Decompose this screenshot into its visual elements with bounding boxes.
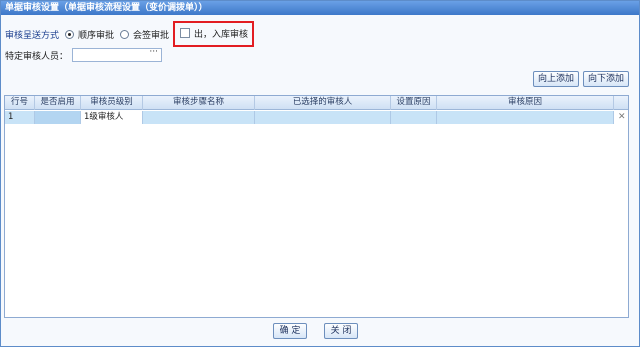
lookup-button[interactable]: ··· (149, 47, 158, 57)
cell-set-reason[interactable] (391, 111, 437, 124)
table-header: 行号 是否启用 审核员级别 审核步骤名称 已选择的审核人 设置原因 审核原因 (5, 96, 628, 110)
close-button[interactable]: 关 闭 (324, 323, 358, 339)
audit-settings-dialog: 单据审核设置（单据审核流程设置（变价调拨单）） 审核呈送方式 顺序审批 会签审批… (0, 0, 640, 347)
col-selected-reviewer: 已选择的审核人 (255, 96, 391, 110)
cell-enabled[interactable] (35, 111, 81, 124)
cell-review-reason[interactable] (437, 111, 614, 124)
col-level: 审核员级别 (81, 96, 143, 110)
col-step-name: 审核步骤名称 (143, 96, 255, 110)
send-mode-label: 审核呈送方式 (5, 30, 60, 41)
reviewer-lookup-field[interactable]: ··· (72, 47, 162, 62)
radio-sequential[interactable] (65, 29, 75, 39)
cell-selected-reviewer[interactable] (255, 111, 391, 124)
col-enabled: 是否启用 (35, 96, 81, 110)
radio-sequential-label[interactable]: 顺序审批 (78, 28, 114, 41)
table-row[interactable]: 1 1级审核人 (5, 111, 614, 124)
reviewer-label: 特定审核人员： (5, 52, 69, 62)
cell-step-name[interactable] (143, 111, 255, 124)
inout-audit-label[interactable]: 出，入库审核 (194, 27, 248, 40)
cell-row-no: 1 (5, 111, 35, 124)
audit-steps-table: 行号 是否启用 审核员级别 审核步骤名称 已选择的审核人 设置原因 审核原因 1… (4, 95, 629, 318)
col-set-reason: 设置原因 (391, 96, 437, 110)
add-down-button[interactable]: 向下添加 (583, 71, 629, 87)
cell-level[interactable]: 1级审核人 (81, 111, 143, 124)
col-review-reason: 审核原因 (437, 96, 614, 110)
inout-audit-checkbox[interactable] (180, 28, 190, 38)
add-up-button[interactable]: 向上添加 (533, 71, 579, 87)
delete-row-icon[interactable]: ✕ (618, 112, 626, 122)
dialog-title: 单据审核设置（单据审核流程设置（变价调拨单）） (1, 1, 639, 15)
send-mode-row: 审核呈送方式 顺序审批 会签审批 (5, 27, 169, 41)
ok-button[interactable]: 确 定 (273, 323, 307, 339)
col-row-no: 行号 (5, 96, 35, 110)
radio-countersign-label[interactable]: 会签审批 (133, 28, 169, 41)
radio-countersign[interactable] (120, 29, 130, 39)
